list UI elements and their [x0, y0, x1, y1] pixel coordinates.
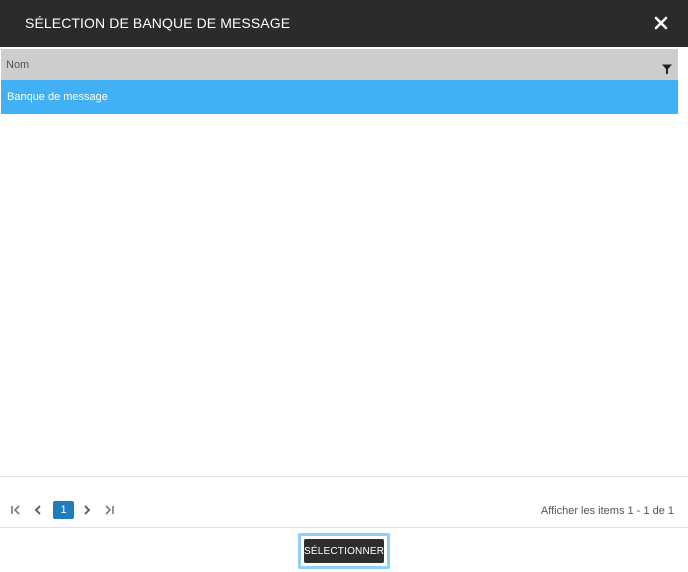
- close-icon[interactable]: [650, 12, 672, 34]
- prev-page-icon[interactable]: [31, 502, 45, 518]
- next-page-icon[interactable]: [80, 502, 94, 518]
- footer-divider: [0, 527, 688, 528]
- filter-icon[interactable]: [661, 63, 673, 75]
- dialog-title: SÉLECTION DE BANQUE DE MESSAGE: [25, 15, 291, 31]
- last-page-icon[interactable]: [102, 502, 116, 518]
- page-number-current[interactable]: 1: [53, 501, 74, 519]
- select-button[interactable]: SÉLECTIONNER: [304, 539, 384, 563]
- row-name-cell: Banque de message: [7, 91, 108, 103]
- select-button-focus-ring: SÉLECTIONNER: [298, 533, 390, 569]
- pager-divider: [0, 476, 688, 477]
- pager-info: Afficher les items 1 - 1 de 1: [540, 505, 674, 517]
- column-header-nom[interactable]: Nom: [6, 59, 29, 71]
- first-page-icon[interactable]: [9, 502, 23, 518]
- grid-header: Nom: [1, 49, 678, 80]
- dialog-titlebar: SÉLECTION DE BANQUE DE MESSAGE: [0, 0, 688, 47]
- table-row[interactable]: Banque de message: [1, 80, 678, 114]
- message-bank-selection-dialog: SÉLECTION DE BANQUE DE MESSAGE Nom Banqu…: [0, 0, 688, 572]
